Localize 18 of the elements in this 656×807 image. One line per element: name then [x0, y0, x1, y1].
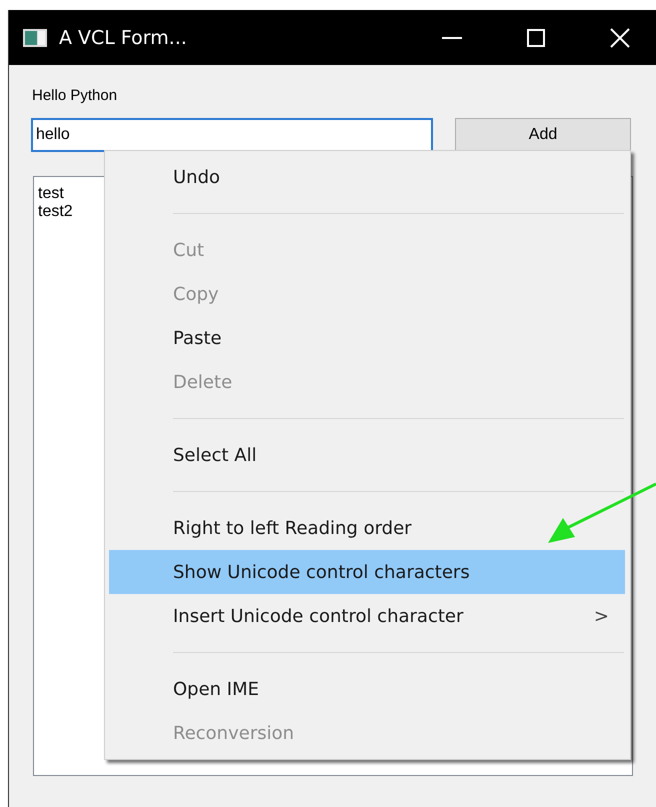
input-field[interactable]: hello — [31, 118, 433, 152]
app-icon — [23, 28, 47, 46]
form-label: Hello Python — [32, 87, 118, 104]
menu-item[interactable]: Undo — [109, 155, 625, 199]
menu-item[interactable]: Show Unicode control characters — [109, 550, 625, 594]
window-title: A VCL Form... — [59, 26, 188, 48]
maximize-icon[interactable] — [527, 28, 545, 46]
minimize-icon[interactable] — [442, 36, 462, 38]
menu-item[interactable]: Paste — [109, 316, 625, 360]
list-item[interactable]: test — [38, 185, 64, 203]
add-button[interactable]: Add — [455, 118, 631, 152]
menu-item[interactable]: Select All — [109, 433, 625, 477]
chevron-icon: > — [594, 606, 609, 626]
menu-item[interactable]: Insert Unicode control character > — [109, 594, 625, 638]
close-icon[interactable] — [610, 28, 630, 48]
menu-item[interactable]: Open IME — [109, 667, 625, 711]
menu-item[interactable]: Right to left Reading order — [109, 506, 625, 550]
list-item[interactable]: test2 — [38, 203, 73, 221]
